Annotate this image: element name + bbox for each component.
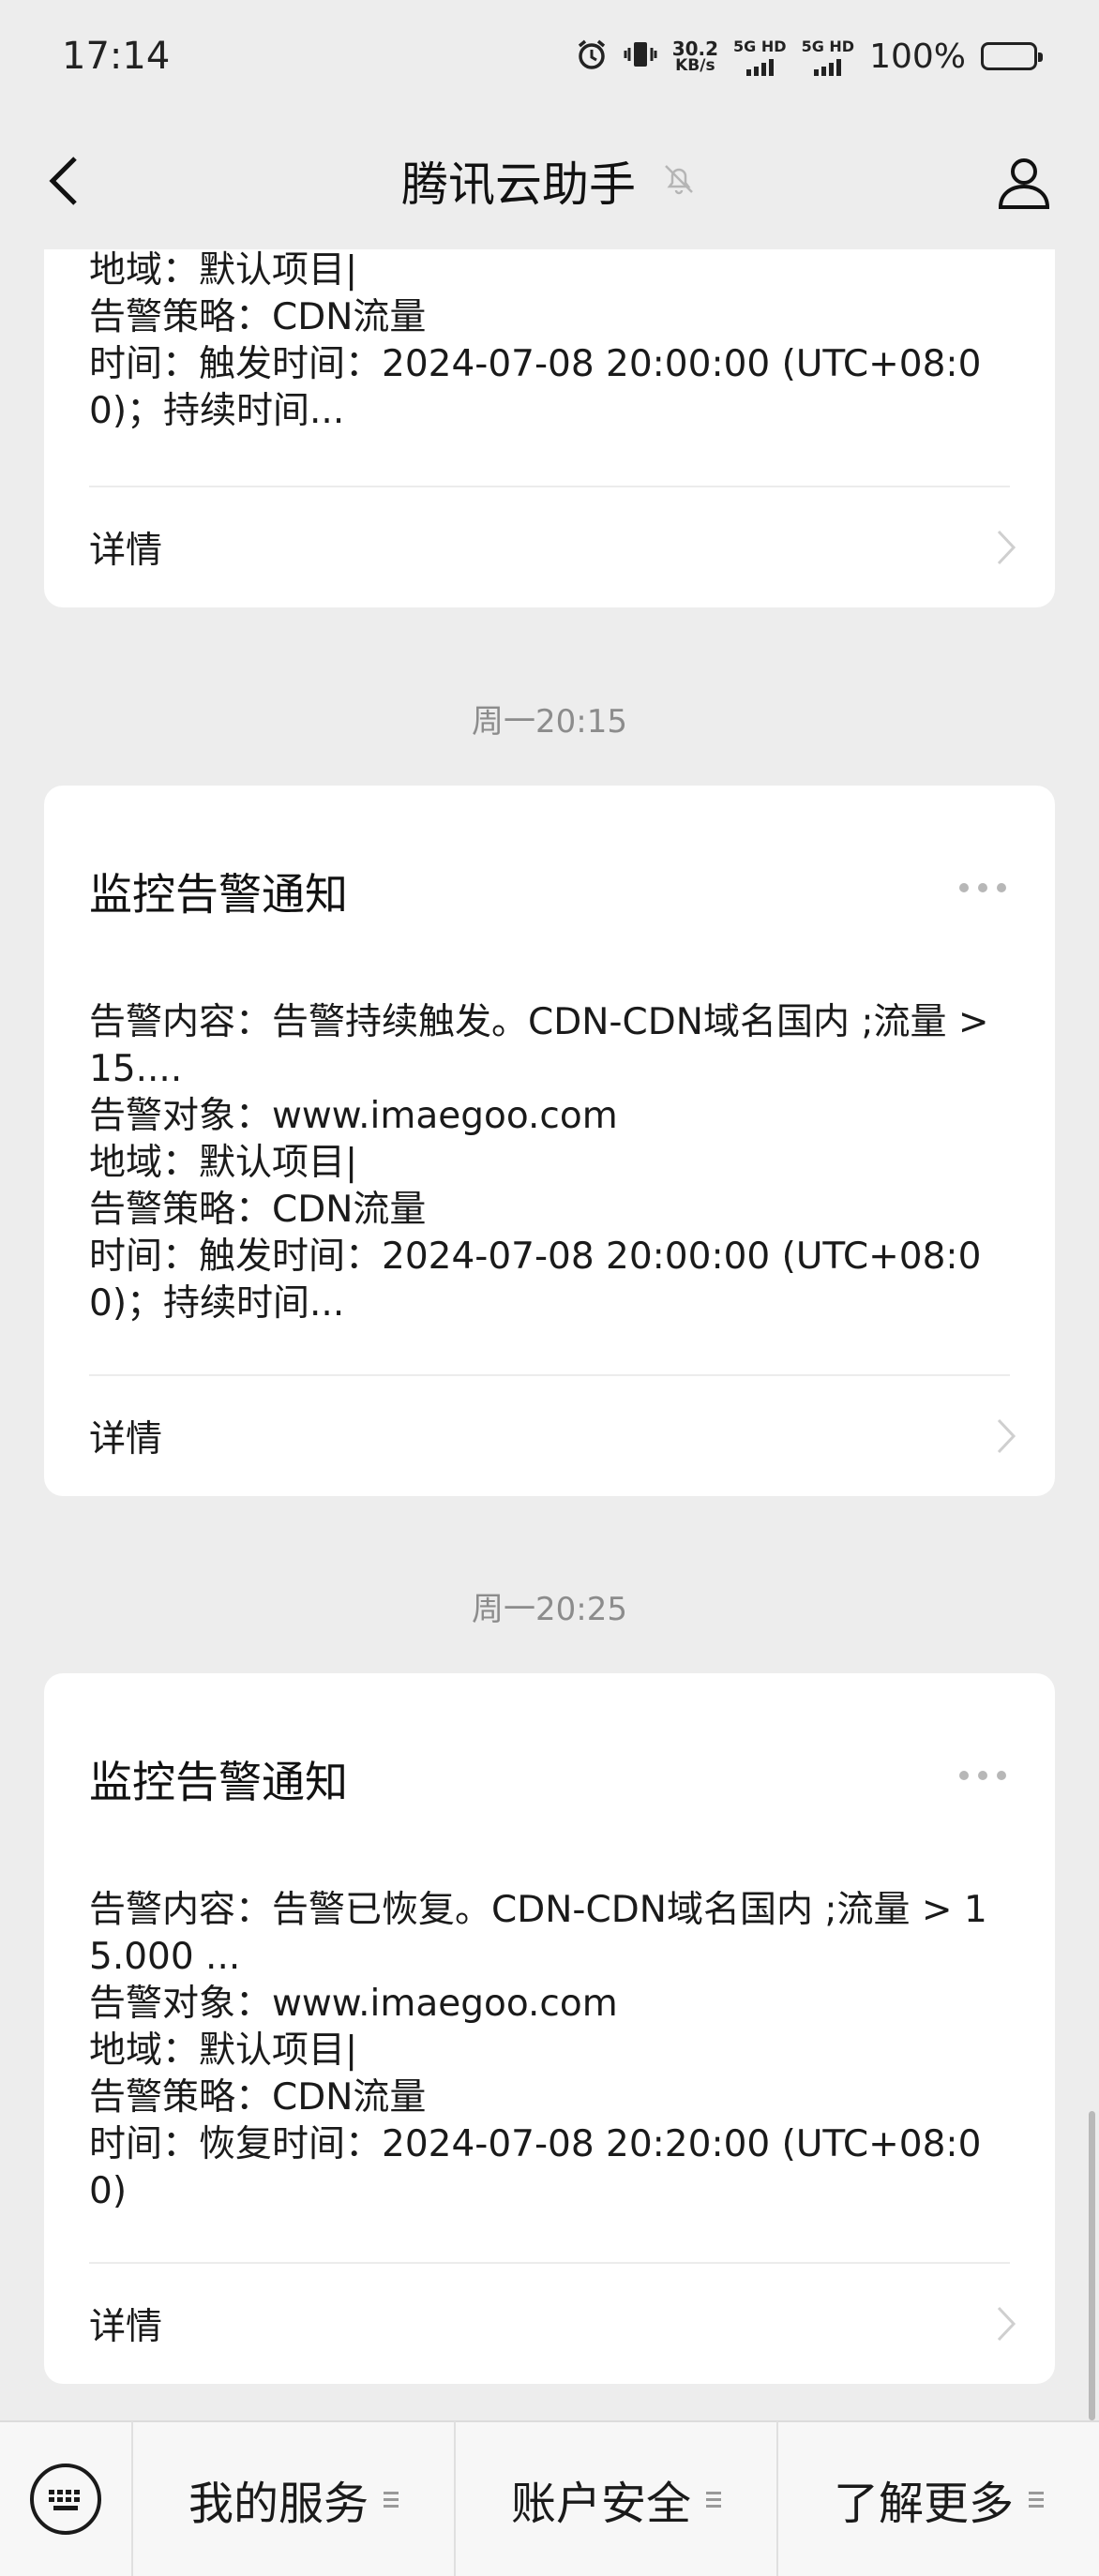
message-timestamp: 周一20:25 — [472, 1591, 627, 1628]
card-line: 地域：默认项目| — [89, 2029, 358, 2072]
profile-button[interactable] — [990, 148, 1058, 216]
menu-label: 我的服务 — [188, 2478, 369, 2530]
submenu-icon — [384, 2491, 399, 2508]
menu-account-security[interactable]: 账户安全 — [454, 2421, 776, 2576]
more-options-icon[interactable] — [959, 1771, 1006, 1780]
sim1-signal: 5G HD — [733, 37, 787, 76]
signal-bars-icon — [814, 58, 842, 76]
card-divider — [89, 1374, 1010, 1376]
chat-screen: 17:14 30.2 KB/s 5G HD 5G HD 100% 腾讯云助手 地… — [0, 0, 1099, 2576]
card-title: 监控告警通知 — [89, 1757, 348, 1807]
menu-learn-more[interactable]: 了解更多 — [776, 2421, 1099, 2576]
card-line: 告警内容：告警持续触发。CDN-CDN域名国内 ;流量 > 15.... — [89, 1001, 989, 1090]
card-line: 时间：恢复时间：2024-07-08 20:20:00 (UTC+08:00) — [89, 2123, 982, 2212]
bottom-menu: 我的服务 账户安全 了解更多 — [0, 2420, 1099, 2576]
card-title: 监控告警通知 — [89, 869, 348, 920]
net-speed-unit: KB/s — [675, 55, 715, 75]
status-bar: 17:14 30.2 KB/s 5G HD 5G HD 100% — [0, 0, 1099, 112]
card-divider — [89, 2262, 1010, 2264]
alarm-icon — [575, 37, 609, 75]
status-icons: 30.2 KB/s 5G HD 5G HD 100% — [575, 37, 1043, 76]
card-line: 告警策略：CDN流量 — [89, 296, 427, 338]
detail-link[interactable]: 详情 — [89, 519, 1017, 576]
scrollbar-thumb[interactable] — [1089, 2111, 1095, 2420]
signal-bars-icon — [745, 58, 774, 76]
message-card: 监控告警通知 告警内容：告警已恢复。CDN-CDN域名国内 ;流量 > 15.0… — [44, 1673, 1055, 2384]
chevron-right-icon — [995, 2304, 1017, 2344]
nav-title: 腾讯云助手 — [401, 157, 636, 212]
chevron-right-icon — [995, 1416, 1017, 1456]
status-time: 17:14 — [62, 35, 171, 78]
detail-label: 详情 — [89, 1418, 163, 1460]
back-button[interactable] — [36, 150, 92, 212]
bell-muted-icon — [660, 160, 698, 202]
card-line: 时间：触发时间：2024-07-08 20:00:00 (UTC+08:00)；… — [89, 1236, 982, 1325]
message-timestamp: 周一20:15 — [472, 703, 627, 741]
card-line: 告警策略：CDN流量 — [89, 1189, 427, 1231]
more-options-icon[interactable] — [959, 883, 1006, 892]
card-body: 告警内容：告警已恢复。CDN-CDN域名国内 ;流量 > 15.000 ... … — [89, 1887, 1010, 2215]
card-line: 地域：默认项目| — [89, 249, 358, 292]
menu-my-services[interactable]: 我的服务 — [131, 2421, 454, 2576]
submenu-icon — [706, 2491, 721, 2508]
menu-label: 了解更多 — [833, 2478, 1014, 2530]
person-icon — [998, 158, 1050, 209]
detail-link[interactable]: 详情 — [89, 1408, 1017, 1464]
detail-label: 详情 — [89, 530, 163, 572]
back-chevron-icon — [49, 157, 77, 205]
message-card: 监控告警通知 告警内容：告警持续触发。CDN-CDN域名国内 ;流量 > 15.… — [44, 786, 1055, 1496]
card-body: 告警内容：告警持续触发。CDN-CDN域名国内 ;流量 > 15.... 告警对… — [89, 999, 1010, 1327]
card-line: 告警策略：CDN流量 — [89, 2076, 427, 2119]
card-line: 告警内容：告警已恢复。CDN-CDN域名国内 ;流量 > 15.000 ... — [89, 1889, 987, 1978]
message-card: 地域：默认项目| 告警策略：CDN流量 时间：触发时间：2024-07-08 2… — [44, 187, 1055, 607]
nav-bar: 腾讯云助手 — [0, 112, 1099, 249]
sim1-label: 5G HD — [733, 37, 787, 55]
vibrate-icon — [624, 37, 657, 75]
card-body: 地域：默认项目| 告警策略：CDN流量 时间：触发时间：2024-07-08 2… — [89, 247, 1010, 435]
menu-label: 账户安全 — [510, 2478, 691, 2530]
detail-label: 详情 — [89, 2306, 163, 2348]
net-speed: 30.2 KB/s — [672, 39, 718, 74]
submenu-icon — [1029, 2491, 1044, 2508]
battery-icon — [981, 42, 1043, 70]
net-speed-value: 30.2 — [671, 37, 719, 60]
sim2-signal: 5G HD — [801, 37, 855, 76]
card-line: 告警对象：www.imaegoo.com — [89, 1983, 618, 2025]
battery-percent: 100% — [869, 37, 966, 76]
sim2-label: 5G HD — [801, 37, 855, 55]
keyboard-icon — [30, 2464, 101, 2535]
detail-link[interactable]: 详情 — [89, 2296, 1017, 2352]
keyboard-toggle-button[interactable] — [0, 2421, 131, 2576]
card-line: 地域：默认项目| — [89, 1142, 358, 1184]
chevron-right-icon — [995, 528, 1017, 567]
nav-title-group: 腾讯云助手 — [401, 147, 698, 215]
card-divider — [89, 486, 1010, 487]
card-line: 时间：触发时间：2024-07-08 20:00:00 (UTC+08:00)；… — [89, 343, 982, 432]
card-line: 告警对象：www.imaegoo.com — [89, 1095, 618, 1137]
